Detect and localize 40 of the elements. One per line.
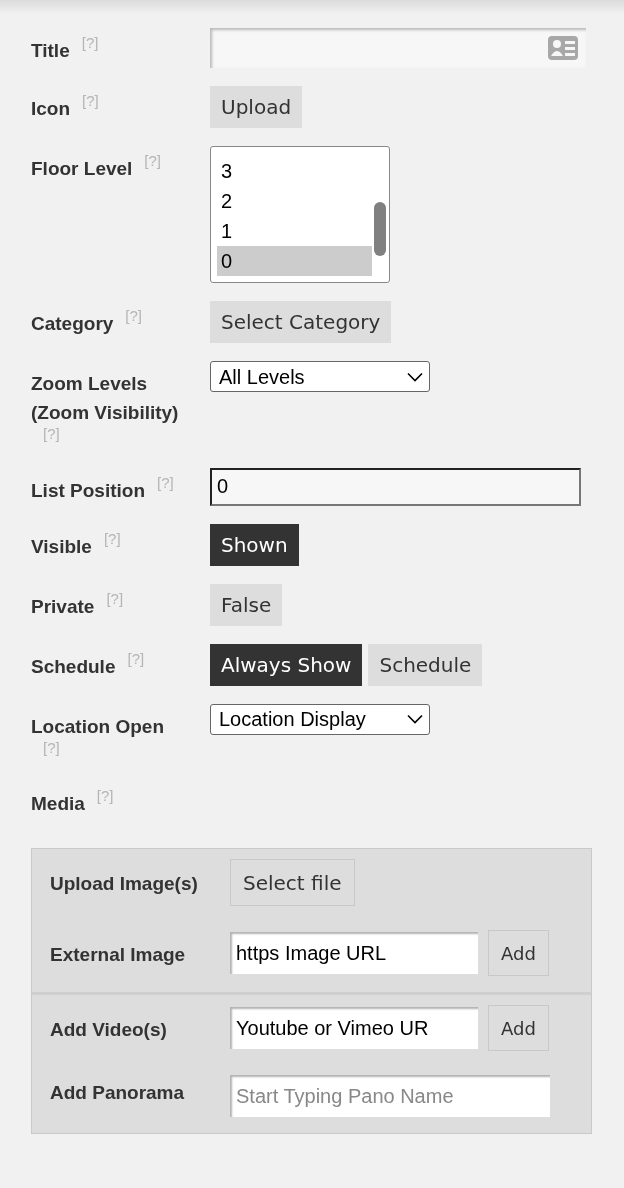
field-label: Zoom Levels (Zoom Visibility): [31, 372, 180, 425]
field-label: Media: [31, 792, 85, 816]
field-label: Schedule: [31, 654, 116, 679]
toggle-button[interactable]: Schedule: [368, 643, 483, 686]
toggle-button[interactable]: Select Category: [210, 301, 392, 343]
select-file-button[interactable]: Select file: [230, 859, 355, 906]
media-label: Add Panorama: [50, 1081, 186, 1105]
chevron-down-icon: [407, 371, 423, 382]
toggle-button[interactable]: Upload: [210, 86, 303, 128]
list-option[interactable]: 0: [217, 246, 372, 276]
list-option[interactable]: 3: [217, 156, 372, 186]
media-label: Upload Image(s): [50, 872, 199, 897]
dropdown[interactable]: All Levels: [210, 361, 430, 392]
field-label: Floor Level: [31, 157, 133, 181]
field-label: Private: [31, 594, 95, 619]
field-label: Visible: [31, 534, 92, 559]
toggle-button[interactable]: Always Show: [210, 643, 363, 686]
url-field[interactable]: Youtube or Vimeo UR: [230, 1007, 478, 1049]
list-option[interactable]: 2: [217, 186, 372, 216]
field-label: Category: [31, 312, 114, 336]
chevron-down-icon: [407, 714, 423, 724]
add-button[interactable]: Add: [488, 930, 549, 976]
add-button[interactable]: Add: [488, 1005, 549, 1051]
media-label: Add Video(s): [50, 1017, 168, 1042]
field-label: Title: [31, 39, 70, 63]
field-label: Icon: [31, 97, 71, 121]
floor-listbox[interactable]: 3 2 1 0: [210, 146, 390, 283]
toggle-button[interactable]: False: [210, 583, 283, 626]
panorama-field[interactable]: Start Typing Pano Name: [230, 1075, 550, 1117]
title-field[interactable]: [210, 28, 586, 68]
toggle-button[interactable]: Shown: [210, 523, 299, 566]
media-label: External Image: [50, 942, 187, 967]
position-field[interactable]: 0: [210, 467, 581, 506]
contact-card-icon[interactable]: [548, 36, 578, 60]
field-label: Location Open: [31, 714, 164, 739]
scrollbar[interactable]: [374, 202, 386, 256]
url-field[interactable]: https Image URL: [230, 932, 478, 974]
list-option[interactable]: 1: [217, 216, 372, 246]
dropdown[interactable]: Location Display: [210, 703, 430, 735]
field-label: List Position: [31, 478, 145, 503]
